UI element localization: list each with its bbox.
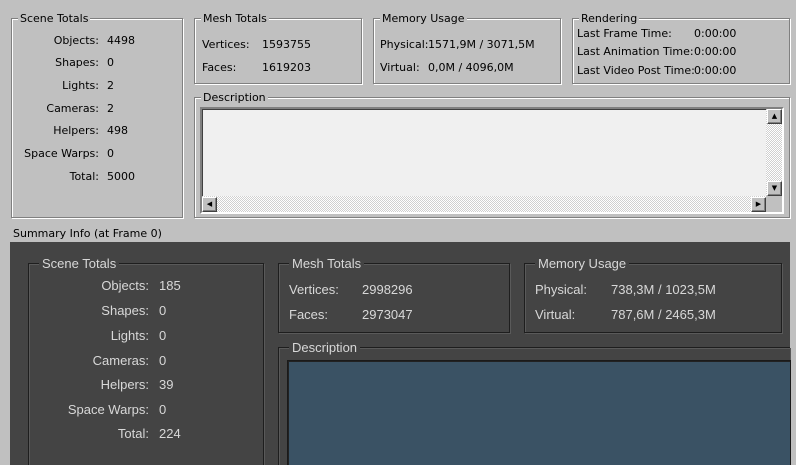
triangle-down-icon: ▼ [771,184,778,192]
dark-virtual-value: 787,6M / 2465,3M [611,307,716,322]
dark-space-warps-label: Space Warps: [67,402,149,417]
faces-label: Faces: [202,61,237,74]
physical-value: 1571,9M / 3071,5M [428,38,535,51]
physical-label: Physical: [380,38,429,51]
dark-memory-usage-group: Memory Usage Physical: 738,3M / 1023,5M … [524,256,782,333]
helpers-label: Helpers: [53,124,99,137]
dark-total-label: Total: [117,426,149,441]
vertices-value: 1593755 [262,38,311,51]
dark-cameras-value: 0 [159,353,167,368]
dark-mesh-totals-group: Mesh Totals Vertices: 2998296 Faces: 297… [278,256,510,333]
scroll-right-button[interactable]: ▶ [751,197,766,212]
virtual-value: 0,0M / 4096,0M [428,61,514,74]
objects-value: 4498 [107,34,135,47]
last-frame-time-value: 0:00:00 [694,27,737,40]
dark-objects-label: Objects: [101,278,149,293]
dark-physical-value: 738,3M / 1023,5M [611,282,716,297]
dark-total-value: 224 [159,426,181,441]
mesh-totals-group: Mesh Totals Vertices: 1593755 Faces: 161… [194,12,362,84]
dark-faces-value: 2973047 [362,307,413,322]
last-animation-time-label: Last Animation Time: [577,45,694,58]
total-label: Total: [69,170,99,183]
dark-scene-totals-title: Scene Totals [39,256,120,271]
dark-scene-totals-group: Scene Totals Objects: 185 Shapes: 0 Ligh… [28,256,264,465]
last-animation-time-value: 0:00:00 [694,45,737,58]
dark-lights-value: 0 [159,328,167,343]
dark-helpers-value: 39 [159,377,174,392]
cameras-value: 2 [107,102,114,115]
virtual-label: Virtual: [380,61,420,74]
lights-value: 2 [107,79,114,92]
scroll-up-button[interactable]: ▲ [767,109,782,124]
space-warps-value: 0 [107,147,114,160]
memory-usage-title: Memory Usage [380,12,467,25]
description-title: Description [201,91,268,104]
dark-faces-label: Faces: [289,307,329,322]
dark-space-warps-value: 0 [159,402,167,417]
faces-value: 1619203 [262,61,311,74]
dark-cameras-label: Cameras: [92,353,149,368]
scroll-left-button[interactable]: ◀ [202,197,217,212]
dark-description-group: Description [278,340,791,465]
rendering-group: Rendering Last Frame Time: 0:00:00 Last … [572,12,790,84]
cameras-label: Cameras: [46,102,99,115]
scene-totals-group: Scene Totals Objects: 4498 Shapes: 0 Lig… [11,12,183,218]
last-video-post-time-value: 0:00:00 [694,64,737,77]
triangle-left-icon: ◀ [206,200,213,208]
last-video-post-time-label: Last Video Post Time: [577,64,695,77]
dark-shapes-value: 0 [159,303,167,318]
description-group: Description ▲ ▼ ◀ ▶ [194,91,790,218]
helpers-value: 498 [107,124,128,137]
scrollbar-corner [766,196,782,212]
dark-memory-usage-title: Memory Usage [535,256,630,271]
space-warps-label: Space Warps: [24,147,99,160]
dark-helpers-label: Helpers: [100,377,149,392]
shapes-label: Shapes: [55,56,99,69]
scroll-down-button[interactable]: ▼ [767,181,782,196]
dark-description-textarea[interactable] [287,360,791,465]
dark-shapes-label: Shapes: [101,303,149,318]
horizontal-scrollbar[interactable] [202,196,766,212]
dark-virtual-label: Virtual: [535,307,576,322]
mesh-totals-title: Mesh Totals [201,12,269,25]
summary-info-label: Summary Info (at Frame 0) [13,227,162,240]
dark-vertices-label: Vertices: [289,282,339,297]
objects-label: Objects: [53,34,99,47]
shapes-value: 0 [107,56,114,69]
summary-info-panel: Scene Totals Objects: 185 Shapes: 0 Ligh… [10,242,791,465]
description-textarea[interactable]: ▲ ▼ ◀ ▶ [200,107,784,214]
vertices-label: Vertices: [202,38,250,51]
dark-lights-label: Lights: [110,328,149,343]
dark-mesh-totals-title: Mesh Totals [289,256,365,271]
dark-physical-label: Physical: [535,282,588,297]
dark-description-title: Description [289,340,361,355]
triangle-right-icon: ▶ [755,200,762,208]
rendering-title: Rendering [579,12,640,25]
scene-totals-title: Scene Totals [18,12,91,25]
last-frame-time-label: Last Frame Time: [577,27,672,40]
lights-label: Lights: [62,79,99,92]
dark-objects-value: 185 [159,278,181,293]
memory-usage-group: Memory Usage Physical: 1571,9M / 3071,5M… [373,12,561,84]
total-value: 5000 [107,170,135,183]
triangle-up-icon: ▲ [771,112,778,120]
dark-vertices-value: 2998296 [362,282,413,297]
